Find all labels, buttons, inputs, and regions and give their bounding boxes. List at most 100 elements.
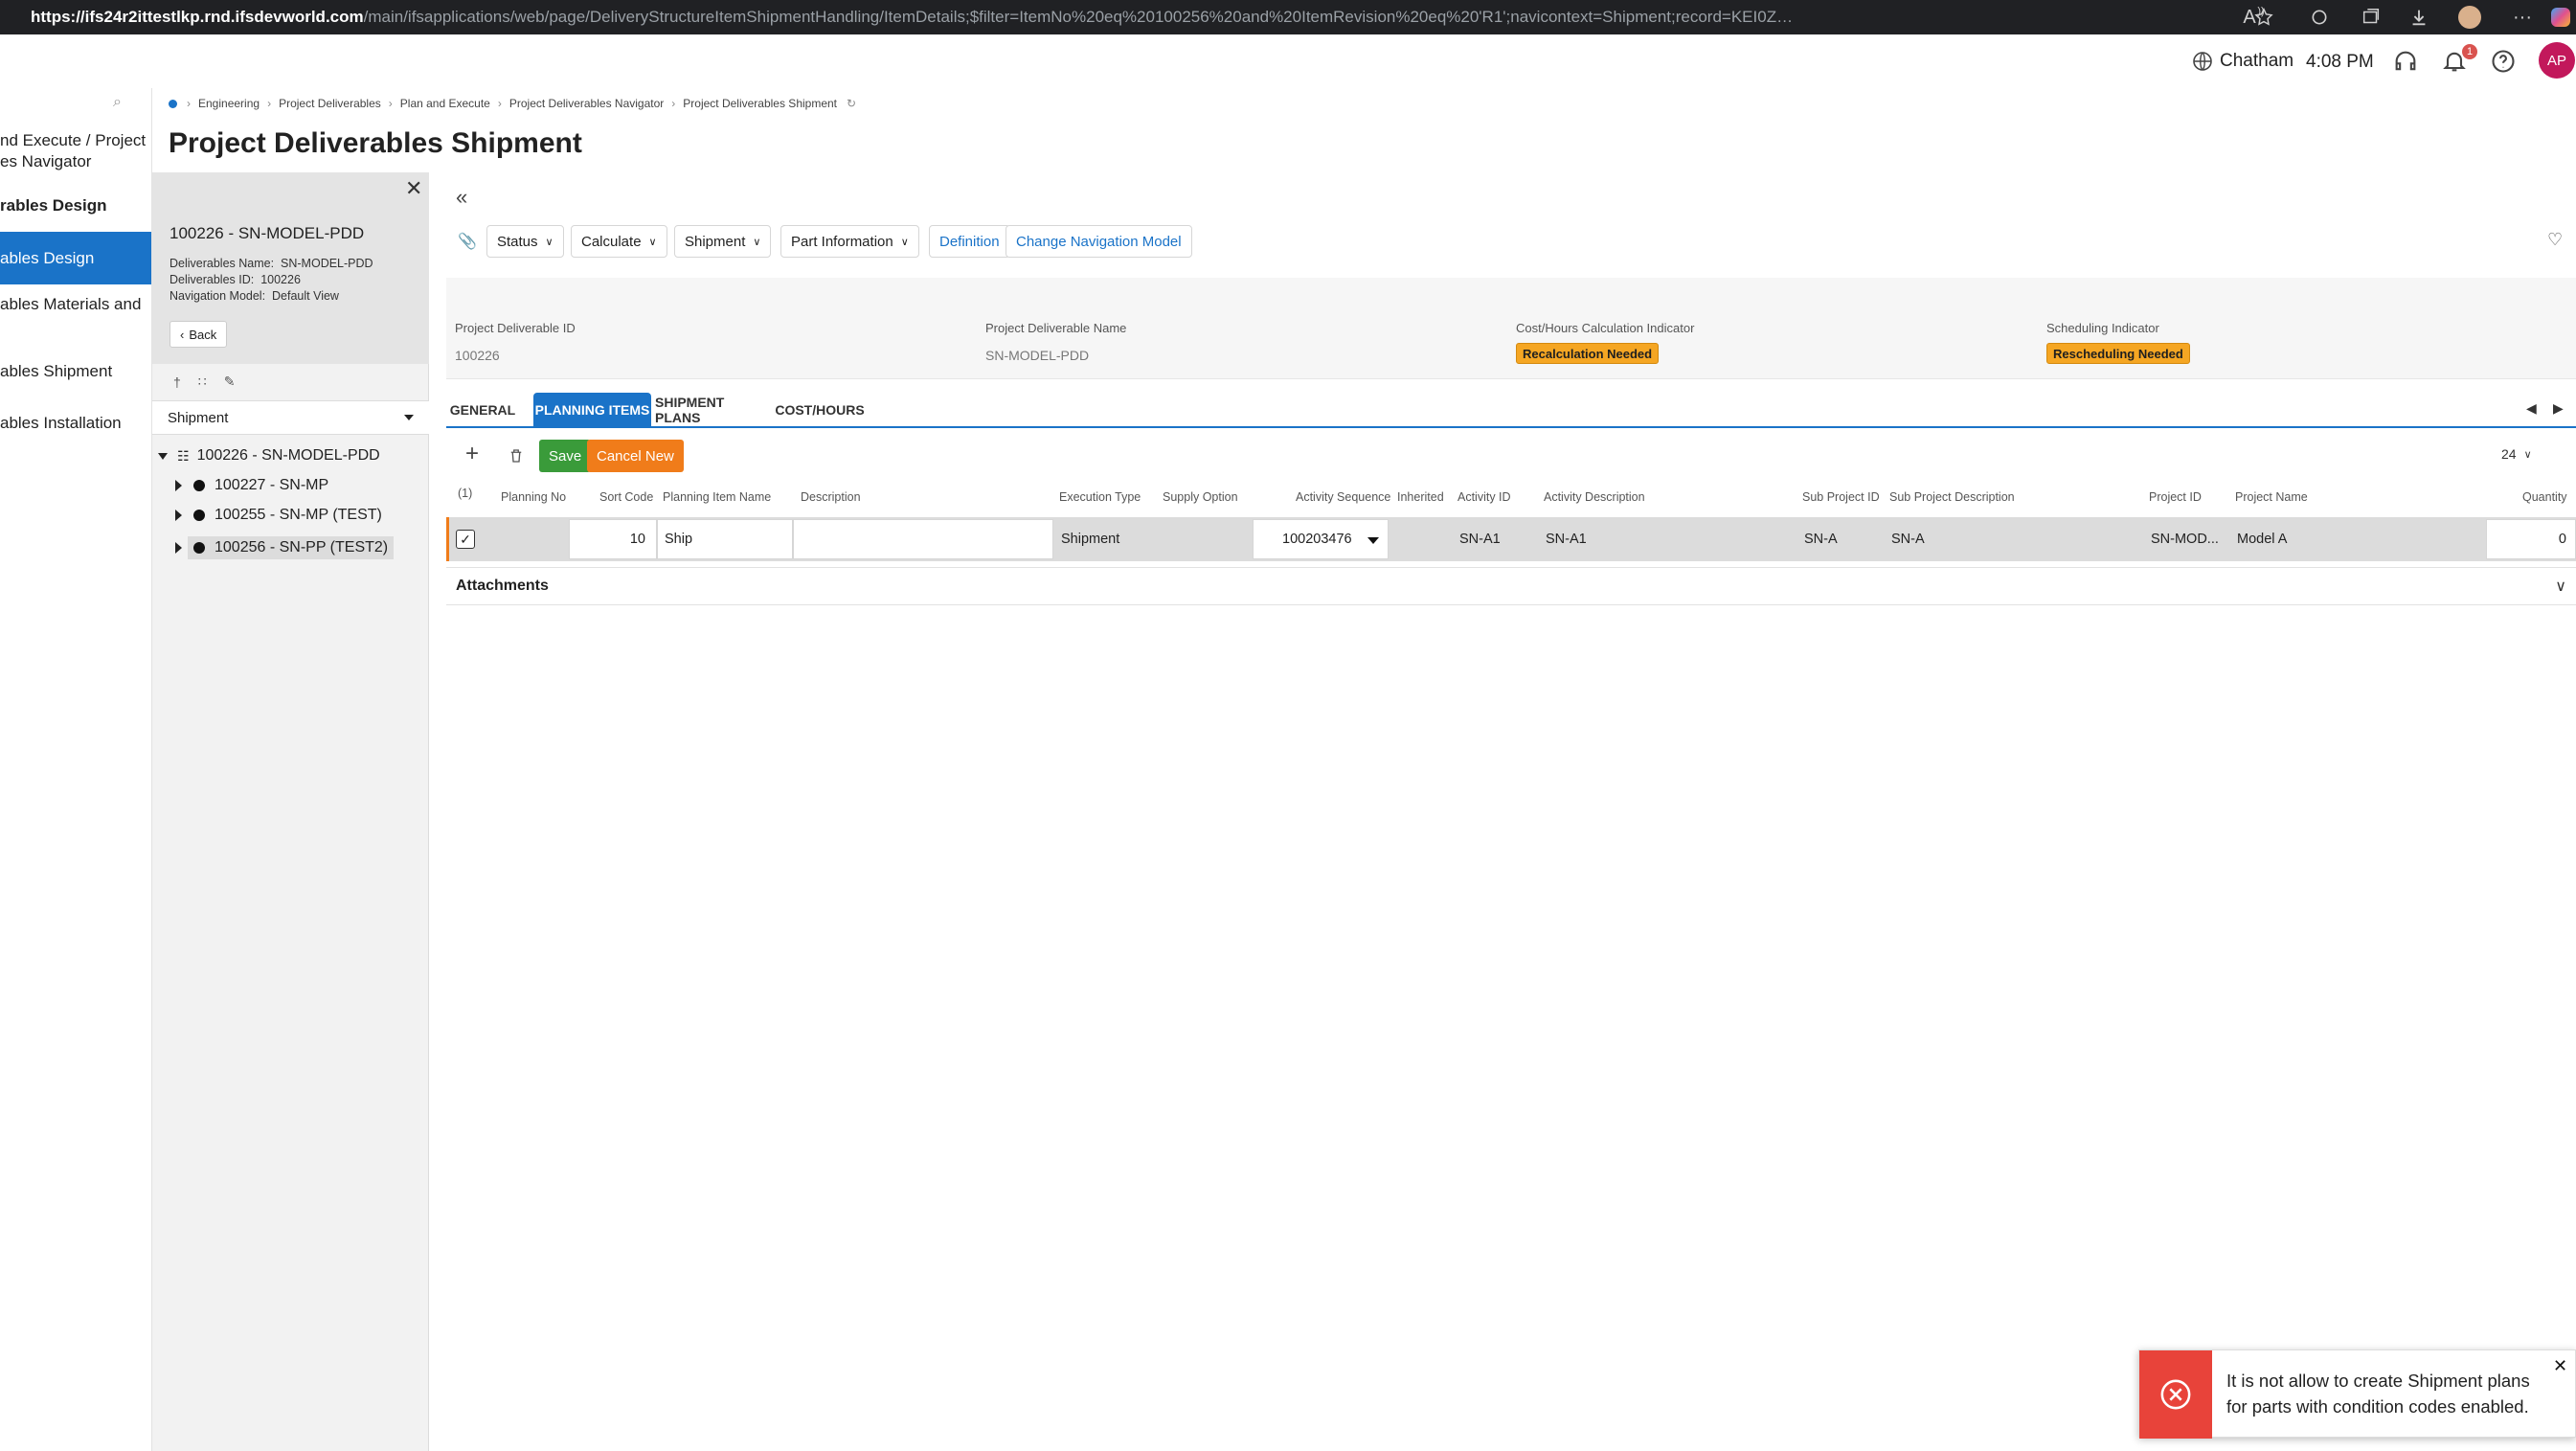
url-host: https://ifs24r2ittestlkp.rnd.ifsdevworld… <box>31 8 364 26</box>
edit-pencil-icon[interactable]: ✎ <box>224 374 236 390</box>
col-sub-project-id[interactable]: Sub Project ID <box>1802 490 1880 504</box>
back-label: Back <box>189 327 217 342</box>
part-information-dropdown-button[interactable]: Part Information ∨ <box>780 225 919 258</box>
crumb-project-deliverables[interactable]: Project Deliverables <box>279 97 381 110</box>
name-label: Deliverables Name: <box>169 257 275 270</box>
nav-item-plan-execute[interactable]: nd Execute / Project <box>0 131 151 150</box>
expand-caret-icon[interactable] <box>175 510 182 521</box>
col-sub-project-description[interactable]: Sub Project Description <box>1889 490 2015 504</box>
favorite-heart-icon[interactable]: ♡ <box>2547 230 2563 250</box>
tab-scroll-right-icon[interactable]: ▶ <box>2553 400 2564 417</box>
download-icon[interactable] <box>2406 4 2432 31</box>
col-activity-sequence[interactable]: Activity Sequence <box>1296 490 1390 504</box>
col-activity-description[interactable]: Activity Description <box>1544 490 1645 504</box>
col-planning-item-name[interactable]: Planning Item Name <box>663 490 771 504</box>
definition-button[interactable]: Definition <box>929 225 1010 258</box>
crumb-plan-execute[interactable]: Plan and Execute <box>400 97 490 110</box>
profile-avatar-icon[interactable] <box>2456 4 2483 31</box>
col-project-id[interactable]: Project ID <box>2149 490 2202 504</box>
expand-caret-icon[interactable] <box>158 452 168 460</box>
description-input[interactable] <box>793 519 1053 559</box>
back-button[interactable]: ‹ Back <box>169 321 228 348</box>
add-row-plus-icon[interactable]: + <box>465 441 479 467</box>
nav-item-installation[interactable]: ables Installation <box>0 414 151 433</box>
nav-group-deliverables-design[interactable]: rables Design <box>0 196 151 215</box>
calculate-dropdown-button[interactable]: Calculate ∨ <box>571 225 667 258</box>
tree-node-selected[interactable]: 100256 - SN-PP (TEST2) <box>175 536 395 559</box>
tab-planning-items[interactable]: PLANNING ITEMS <box>533 393 651 427</box>
tab-scroll-left-icon[interactable]: ◀ <box>2526 400 2537 417</box>
delete-trash-icon[interactable] <box>508 446 525 470</box>
attachment-paperclip-icon[interactable]: 📎 <box>458 232 477 251</box>
tab-cost-hours[interactable]: COST/HOURS <box>775 393 864 427</box>
tab-shipment-plans[interactable]: SHIPMENT PLANS <box>655 393 768 427</box>
collections-icon[interactable] <box>2358 4 2384 31</box>
id-label: Deliverables ID: <box>169 273 255 286</box>
help-icon[interactable] <box>2490 48 2517 79</box>
more-options-icon[interactable]: ··· <box>2509 4 2536 31</box>
navigation-select-value: Shipment <box>168 409 229 426</box>
nav-item-materials[interactable]: ables Materials and <box>0 295 151 314</box>
cell-sub-project-id: SN-A <box>1804 532 1838 547</box>
extensions-icon[interactable] <box>2306 4 2333 31</box>
attachments-section[interactable]: Attachments ∨ <box>446 567 2576 605</box>
home-icon[interactable] <box>169 99 177 108</box>
chevron-down-icon: ∨ <box>2555 578 2566 595</box>
cell-quantity: 0 <box>2558 532 2566 547</box>
cell-sub-project-description: SN-A <box>1891 532 1925 547</box>
col-description[interactable]: Description <box>801 490 861 504</box>
grid-icon[interactable]: ∷ <box>198 374 207 390</box>
save-button[interactable]: Save <box>539 440 592 472</box>
breadcrumb: › Engineering › Project Deliverables › Plan… <box>169 96 856 111</box>
nav-item-deliverables-design-active[interactable]: ables Design <box>0 232 151 284</box>
user-avatar[interactable]: AP <box>2539 42 2575 79</box>
col-execution-type[interactable]: Execution Type <box>1059 490 1141 504</box>
expand-caret-icon[interactable] <box>175 542 182 554</box>
row-checkbox[interactable]: ✓ <box>456 530 475 549</box>
close-panel-icon[interactable]: ✕ <box>405 176 422 201</box>
browser-address-bar[interactable]: https://ifs24r2ittestlkp.rnd.ifsdevworld… <box>0 0 2576 34</box>
col-sort-code[interactable]: Sort Code <box>599 490 653 504</box>
copilot-icon[interactable] <box>2547 4 2574 31</box>
toast-close-icon[interactable]: ✕ <box>2553 1356 2567 1376</box>
status-label: Status <box>497 233 538 250</box>
pin-icon[interactable]: † <box>173 374 181 390</box>
clock-time: 4:08 PM <box>2306 52 2374 72</box>
crumb-shipment: Project Deliverables Shipment <box>683 97 838 110</box>
activity-sequence-caret-icon[interactable] <box>1367 537 1379 544</box>
refresh-icon[interactable]: ↻ <box>847 97 856 110</box>
nav-model-label: Navigation Model: <box>169 289 266 303</box>
page-size-select[interactable]: 24 ∨ <box>2501 446 2532 462</box>
col-supply-option[interactable]: Supply Option <box>1163 490 1238 504</box>
crumb-navigator[interactable]: Project Deliverables Navigator <box>509 97 664 110</box>
favorite-star-icon[interactable] <box>2250 4 2277 31</box>
chevron-down-icon: ∨ <box>648 236 657 248</box>
shipment-dropdown-button[interactable]: Shipment ∨ <box>674 225 772 258</box>
col-quantity[interactable]: Quantity <box>2522 490 2567 504</box>
change-navigation-model-button[interactable]: Change Navigation Model <box>1006 225 1192 258</box>
tree-node-root[interactable]: ☷ 100226 - SN-MODEL-PDD <box>158 447 380 465</box>
expand-caret-icon[interactable] <box>175 480 182 491</box>
nav-search-icon[interactable]: ⌕ <box>113 94 122 111</box>
crumb-engineering[interactable]: Engineering <box>198 97 260 110</box>
nav-item-shipment[interactable]: ables Shipment <box>0 362 151 381</box>
cell-activity-id: SN-A1 <box>1459 532 1501 547</box>
location-indicator[interactable]: Chatham <box>2191 50 2294 73</box>
col-project-name[interactable]: Project Name <box>2235 490 2308 504</box>
tab-general[interactable]: GENERAL <box>446 393 519 427</box>
col-activity-id[interactable]: Activity ID <box>1457 490 1511 504</box>
scheduling-indicator-label: Scheduling Indicator <box>2046 321 2159 335</box>
app-window: https://ifs24r2ittestlkp.rnd.ifsdevworld… <box>0 0 2576 1451</box>
headset-icon[interactable] <box>2392 48 2419 79</box>
status-dropdown-button[interactable]: Status ∨ <box>486 225 564 258</box>
navigation-select[interactable]: Shipment <box>152 400 429 435</box>
nav-item-navigator[interactable]: es Navigator <box>0 152 151 171</box>
scheduling-indicator-badge: Rescheduling Needed <box>2046 343 2190 364</box>
tree-node[interactable]: 100255 - SN-MP (TEST) <box>175 507 382 524</box>
col-planning-no[interactable]: Planning No <box>501 490 566 504</box>
cost-indicator-badge: Recalculation Needed <box>1516 343 1660 364</box>
tree-node[interactable]: 100227 - SN-MP <box>175 477 328 494</box>
collapse-double-chevron-icon[interactable]: « <box>456 185 467 210</box>
cancel-new-button[interactable]: Cancel New <box>587 440 684 472</box>
col-inherited[interactable]: Inherited <box>1397 490 1444 504</box>
